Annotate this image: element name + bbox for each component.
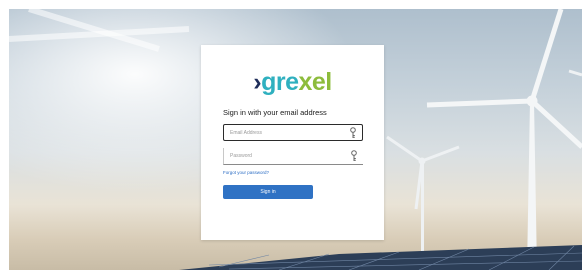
- forgot-password-link[interactable]: Forgot your password?: [223, 170, 269, 175]
- email-field[interactable]: [223, 124, 363, 141]
- password-input[interactable]: [230, 148, 348, 163]
- key-icon: [351, 150, 357, 161]
- logo-chevron: ›: [253, 68, 262, 96]
- logo-text-part2: xel: [298, 68, 332, 96]
- logo-text-part1: gre: [261, 68, 299, 96]
- password-field[interactable]: [223, 148, 363, 165]
- solar-panels: [179, 245, 582, 270]
- key-icon: [350, 127, 356, 138]
- sign-in-button[interactable]: Sign in: [223, 185, 313, 199]
- signin-card: ›grexel Sign in with your email address …: [201, 45, 384, 240]
- turbine-large: [426, 9, 582, 270]
- page-frame: ›grexel Sign in with your email address …: [0, 0, 582, 279]
- email-input[interactable]: [230, 125, 348, 140]
- signin-heading: Sign in with your email address: [223, 108, 327, 117]
- grexel-logo: ›grexel: [201, 69, 384, 95]
